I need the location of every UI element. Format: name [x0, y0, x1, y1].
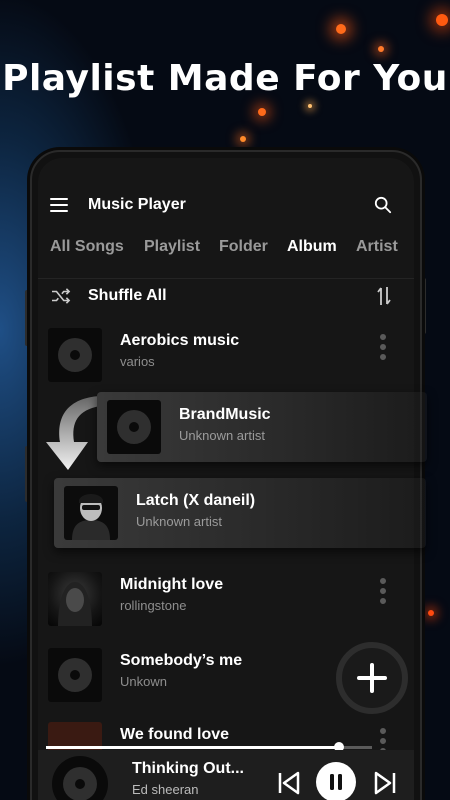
- song-title: Aerobics music: [120, 332, 240, 349]
- menu-icon[interactable]: [50, 198, 68, 212]
- artist-photo: [58, 582, 92, 626]
- pause-button[interactable]: [316, 762, 356, 800]
- song-title: Latch (X daneil): [136, 492, 256, 509]
- bokeh-light: [258, 108, 266, 116]
- artist-photo: [72, 494, 110, 540]
- song-title: BrandMusic: [179, 406, 271, 423]
- shuffle-all-label: Shuffle All: [88, 287, 167, 304]
- song-artist: varios: [120, 354, 155, 369]
- song-title: Somebody’s me: [120, 652, 243, 669]
- tab-artist[interactable]: Artist: [356, 238, 398, 256]
- list-item[interactable]: Aerobics music varios: [38, 318, 414, 388]
- progress-fill: [46, 746, 340, 749]
- page-headline: Playlist Made For You: [2, 58, 448, 99]
- sort-icon[interactable]: [376, 285, 392, 307]
- bokeh-light: [308, 104, 312, 108]
- song-artist: Unkown: [120, 674, 167, 689]
- bokeh-light: [428, 610, 434, 616]
- now-playing-title: Thinking Out...: [132, 760, 244, 777]
- shuffle-icon: [52, 288, 71, 304]
- song-artist: Unknown artist: [179, 428, 265, 443]
- song-artist: rollingstone: [120, 598, 187, 613]
- album-art: [48, 328, 102, 382]
- album-art: [48, 572, 102, 626]
- disc-icon: [58, 338, 92, 372]
- tab-bar: All Songs Playlist Folder Album Artist: [38, 234, 414, 264]
- dragged-list-item[interactable]: BrandMusic Unknown artist: [97, 392, 427, 462]
- shuffle-all-row[interactable]: Shuffle All: [38, 278, 414, 312]
- tab-album[interactable]: Album: [287, 238, 337, 256]
- previous-icon[interactable]: [276, 770, 302, 796]
- progress-bar[interactable]: [46, 742, 372, 752]
- song-title: We found love: [120, 726, 230, 743]
- song-artist: Unknown artist: [136, 514, 222, 529]
- app-title: Music Player: [88, 196, 186, 213]
- more-icon[interactable]: [380, 578, 386, 608]
- now-playing-bar[interactable]: Thinking Out... Ed sheeran: [38, 750, 414, 800]
- next-icon[interactable]: [372, 770, 398, 796]
- bokeh-light: [378, 46, 384, 52]
- bokeh-light: [436, 14, 448, 26]
- list-item[interactable]: Midnight love rollingstone: [38, 562, 414, 632]
- phone-frame: Music Player All Songs Playlist Folder A…: [30, 150, 422, 800]
- disc-icon: [58, 658, 92, 692]
- tab-all-songs[interactable]: All Songs: [50, 238, 124, 256]
- disc-icon: [63, 767, 97, 800]
- dragged-list-item[interactable]: Latch (X daneil) Unknown artist: [54, 478, 426, 548]
- song-title: Midnight love: [120, 576, 224, 593]
- now-playing-art: [52, 756, 108, 800]
- disc-icon: [117, 410, 151, 444]
- pause-icon: [330, 774, 342, 790]
- app-bar: Music Player: [38, 190, 414, 222]
- album-art: [48, 648, 102, 702]
- now-playing-artist: Ed sheeran: [132, 782, 199, 797]
- tab-folder[interactable]: Folder: [219, 238, 268, 256]
- add-icon: [357, 663, 387, 693]
- add-button[interactable]: [336, 642, 408, 714]
- bokeh-light: [240, 136, 246, 142]
- bokeh-light: [336, 24, 346, 34]
- tab-playlist[interactable]: Playlist: [144, 238, 200, 256]
- more-icon[interactable]: [380, 334, 386, 364]
- search-icon[interactable]: [374, 196, 392, 214]
- album-art: [64, 486, 118, 540]
- album-art: [107, 400, 161, 454]
